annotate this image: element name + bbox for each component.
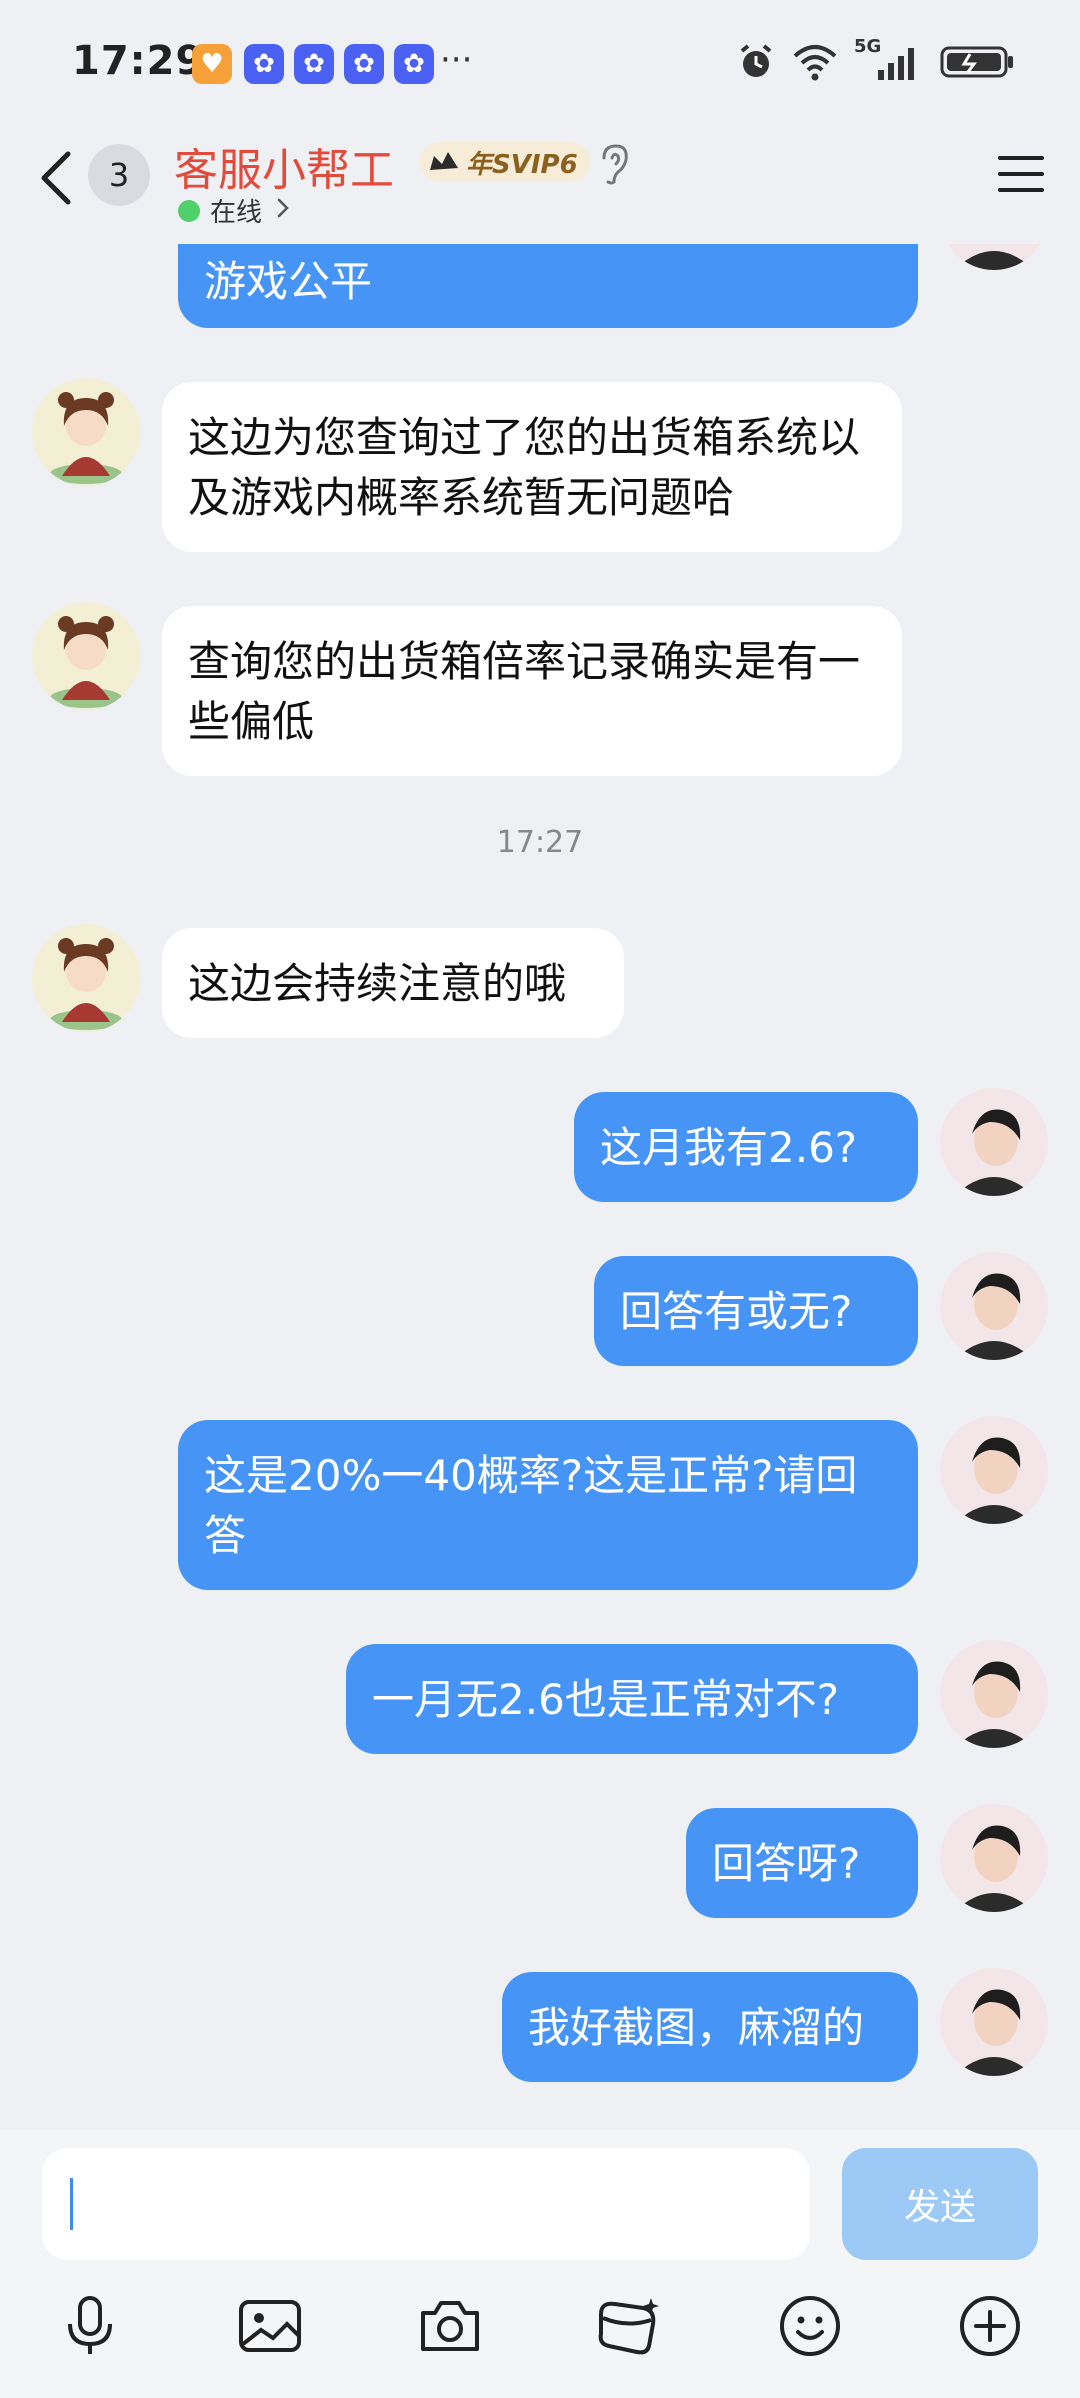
user-avatar[interactable] xyxy=(940,1088,1048,1196)
user-avatar[interactable] xyxy=(940,1804,1048,1912)
message-bubble-outgoing[interactable]: 一月无2.6也是正常对不? xyxy=(346,1644,918,1754)
contact-name[interactable]: 客服小帮工 xyxy=(174,134,394,198)
red-packet-icon[interactable] xyxy=(592,2290,664,2362)
user-avatar[interactable] xyxy=(940,1968,1048,2076)
status-time: 17:29 xyxy=(72,38,205,84)
chat-history[interactable]: 游戏公平 这边为您查询过了您的出货箱系统以及游戏内概率系统暂无问题哈 查询您的出… xyxy=(0,120,1080,2130)
chat-header: 3 客服小帮工 年SVIP6 在线 xyxy=(0,120,1080,244)
message-bubble-outgoing[interactable]: 回答呀? xyxy=(686,1808,918,1918)
app-notification-icon: ✿ xyxy=(394,44,434,84)
message-bubble-outgoing[interactable]: 我好截图，麻溜的 xyxy=(502,1972,918,2082)
more-notifications-icon: ··· xyxy=(440,40,473,80)
service-avatar[interactable] xyxy=(32,378,140,486)
message-bubble-incoming[interactable]: 这边为您查询过了您的出货箱系统以及游戏内概率系统暂无问题哈 xyxy=(162,382,902,552)
online-status-text[interactable]: 在线 xyxy=(210,192,262,229)
status-indicators: 5G xyxy=(736,36,1016,84)
message-timestamp: 17:27 xyxy=(496,825,584,860)
online-status-dot xyxy=(178,200,200,222)
camera-icon[interactable] xyxy=(414,2290,486,2362)
app-notification-icon: ♥ xyxy=(192,44,232,84)
plus-icon[interactable] xyxy=(954,2290,1026,2362)
alarm-icon xyxy=(740,44,772,77)
battery-icon xyxy=(940,46,1013,78)
user-avatar[interactable] xyxy=(940,1252,1048,1360)
app-notification-icon: ✿ xyxy=(344,44,384,84)
image-icon[interactable] xyxy=(234,2290,306,2362)
message-input[interactable] xyxy=(42,2148,810,2260)
ear-icon[interactable] xyxy=(596,142,632,186)
svip-badge[interactable]: 年SVIP6 xyxy=(420,142,590,182)
message-bubble-incoming[interactable]: 这边会持续注意的哦 xyxy=(162,928,624,1038)
crown-icon xyxy=(430,152,458,170)
cellular-signal-icon: 5G xyxy=(854,36,924,84)
user-avatar[interactable] xyxy=(940,1640,1048,1748)
unread-count-badge[interactable]: 3 xyxy=(88,144,150,206)
message-bubble-outgoing[interactable]: 这月我有2.6? xyxy=(574,1092,918,1202)
wifi-icon xyxy=(793,45,837,81)
message-bubble-outgoing[interactable]: 回答有或无? xyxy=(594,1256,918,1366)
emoji-icon[interactable] xyxy=(774,2290,846,2362)
chevron-right-icon[interactable] xyxy=(276,196,290,220)
service-avatar[interactable] xyxy=(32,924,140,1032)
svip-label: 年SVIP6 xyxy=(466,149,578,180)
text-cursor xyxy=(70,2178,73,2230)
service-avatar[interactable] xyxy=(32,602,140,710)
status-bar: 17:29 ♥ ✿ ✿ ✿ ✿ ··· 5G xyxy=(0,0,1080,120)
user-avatar[interactable] xyxy=(940,1416,1048,1524)
microphone-icon[interactable] xyxy=(54,2290,126,2362)
input-area: 发送 xyxy=(0,2130,1080,2398)
message-bubble-incoming[interactable]: 查询您的出货箱倍率记录确实是有一些偏低 xyxy=(162,606,902,776)
message-bubble-outgoing[interactable]: 这是20%一40概率?这是正常?请回答 xyxy=(178,1420,918,1590)
app-notification-icon: ✿ xyxy=(244,44,284,84)
back-arrow-icon[interactable] xyxy=(34,148,82,208)
send-button[interactable]: 发送 xyxy=(842,2148,1038,2260)
menu-icon[interactable] xyxy=(996,152,1046,196)
app-notification-icon: ✿ xyxy=(294,44,334,84)
